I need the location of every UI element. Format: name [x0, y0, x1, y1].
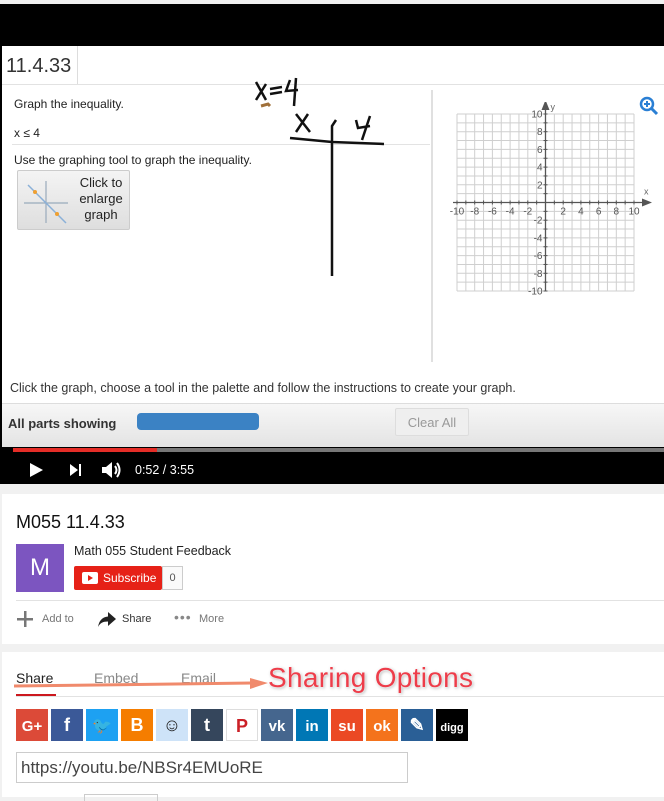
active-tab-indicator — [16, 694, 56, 696]
subscriber-count: 0 — [162, 566, 183, 590]
play-icon[interactable] — [28, 462, 44, 478]
handwritten-table-annotation — [254, 77, 385, 276]
parts-label: All parts showing — [8, 416, 117, 431]
share-url-field[interactable]: https://youtu.be/NBSr4EMUoRE — [16, 752, 408, 783]
subscribe-button[interactable]: Subscribe — [74, 566, 162, 590]
share-blogger-button[interactable]: B — [121, 709, 153, 741]
x-axis-label: x — [644, 187, 649, 197]
livejournal-icon: ✎ — [409, 715, 425, 735]
x-tick-label: 10 — [628, 207, 640, 218]
x-tick-label: -8 — [470, 207, 479, 218]
graph-line-icon — [24, 181, 68, 224]
x-tick-label: -2 — [523, 207, 532, 218]
share-livejournal-button[interactable]: ✎ — [401, 709, 433, 741]
x-tick-label: -10 — [450, 207, 465, 218]
y-tick-label: 10 — [531, 110, 543, 121]
y-tick-label: 6 — [537, 145, 543, 156]
share-linkedin-button[interactable]: in — [296, 709, 328, 741]
enlarge-graph-label: Click to enlarge graph — [79, 175, 123, 222]
x-tick-label: 8 — [614, 207, 620, 218]
y-tick-label: -8 — [534, 269, 543, 280]
x-tick-label: 4 — [578, 207, 584, 218]
next-icon[interactable] — [69, 464, 83, 476]
player-controls: 0:52 / 3:55 — [0, 452, 664, 488]
channel-name[interactable]: Math 055 Student Feedback — [74, 544, 231, 558]
share-pinterest-button[interactable]: P — [226, 709, 258, 741]
prompt-text: Graph the inequality. — [14, 97, 124, 111]
volume-icon[interactable] — [101, 461, 123, 479]
video-player[interactable]: 11.4.33 Graph the inequality. x ≤ 4 Use … — [0, 4, 664, 484]
sharing-options-annotation: Sharing Options — [268, 662, 474, 693]
video-frame: 11.4.33 Graph the inequality. x ≤ 4 Use … — [2, 46, 664, 447]
linkedin-icon: in — [305, 718, 319, 735]
reddit-icon: ☺ — [162, 715, 182, 735]
tool-instruction: Use the graphing tool to graph the inequ… — [14, 153, 252, 167]
plus-icon — [17, 611, 33, 627]
inequality-text: x ≤ 4 — [14, 126, 40, 140]
parts-bar: All parts showing Clear All — [2, 403, 664, 447]
y-axis-label: y — [551, 102, 556, 112]
clear-all-button[interactable]: Clear All — [395, 408, 469, 436]
share-digg-button[interactable]: digg — [436, 709, 468, 741]
divider — [16, 600, 664, 601]
share-facebook-button[interactable]: f — [51, 709, 83, 741]
y-axis-arrow — [541, 102, 550, 110]
y-tick-label: -4 — [534, 233, 543, 244]
panel-divider — [431, 90, 433, 362]
y-tick-label: 2 — [537, 180, 543, 191]
more-label: More — [199, 613, 225, 625]
y-tick-label: -2 — [534, 216, 543, 227]
pinterest-icon: P — [235, 716, 248, 736]
x-tick-label: -4 — [506, 207, 515, 218]
x-tick-label: 2 — [560, 207, 566, 218]
x-tick-label: 6 — [596, 207, 602, 218]
share-label: Share — [122, 613, 152, 625]
share-tumblr-button[interactable]: t — [191, 709, 223, 741]
y-tick-label: 8 — [537, 127, 543, 138]
share-odnoklassniki-button[interactable]: ok — [366, 709, 398, 741]
google-plus-icon: G+ — [21, 718, 43, 735]
share-google-plus-button[interactable]: G+ — [16, 709, 48, 741]
facebook-icon: f — [64, 715, 70, 735]
share-reddit-button[interactable]: ☺ — [156, 709, 188, 741]
share-vk-button[interactable]: vk — [261, 709, 293, 741]
annotation-arrow-icon — [13, 678, 268, 689]
zoom-in-icon[interactable] — [639, 96, 659, 116]
share-twitter-button[interactable]: 🐦 — [86, 709, 118, 741]
start-at-field[interactable] — [84, 794, 158, 801]
vk-icon: vk — [268, 718, 286, 735]
stumbleupon-icon: su — [338, 718, 356, 735]
youtube-play-icon — [82, 572, 98, 584]
question-number: 11.4.33 — [2, 46, 78, 84]
share-stumbleupon-button[interactable]: su — [331, 709, 363, 741]
time-display: 0:52 / 3:55 — [135, 463, 195, 477]
y-tick-label: -10 — [528, 287, 543, 298]
twitter-icon: 🐦 — [92, 718, 112, 735]
add-to-label: Add to — [42, 613, 74, 625]
tumblr-icon: t — [204, 715, 210, 735]
bottom-instruction: Click the graph, choose a tool in the pa… — [10, 381, 516, 395]
subscribe-label: Subscribe — [103, 571, 157, 585]
coordinate-graph[interactable]: -10 -8 -6 -4 -2 2 4 6 8 10 10 8 6 4 2 -2 -4 -6 -8 -10 x y — [447, 102, 657, 312]
parts-progress-bar — [137, 413, 259, 430]
video-title: M055 11.4.33 — [16, 512, 125, 532]
x-axis-arrow — [642, 198, 652, 207]
channel-avatar[interactable]: M — [16, 544, 64, 592]
x-tick-label: -6 — [488, 207, 497, 218]
y-tick-label: 4 — [537, 163, 543, 174]
y-tick-label: -6 — [534, 251, 543, 262]
video-info-card: M055 11.4.33 M Math 055 Student Feedback… — [2, 494, 664, 644]
share-arrow-icon — [98, 612, 116, 627]
divider — [16, 696, 664, 697]
share-panel: Share Embed Email Sharing Options https:… — [2, 652, 664, 801]
blogger-icon: B — [130, 715, 144, 735]
digg-icon: digg — [440, 722, 464, 734]
odnoklassniki-icon: ok — [373, 718, 391, 735]
enlarge-graph-button[interactable]: Click to enlarge graph — [17, 170, 130, 230]
more-dots-icon: ••• — [174, 609, 192, 625]
